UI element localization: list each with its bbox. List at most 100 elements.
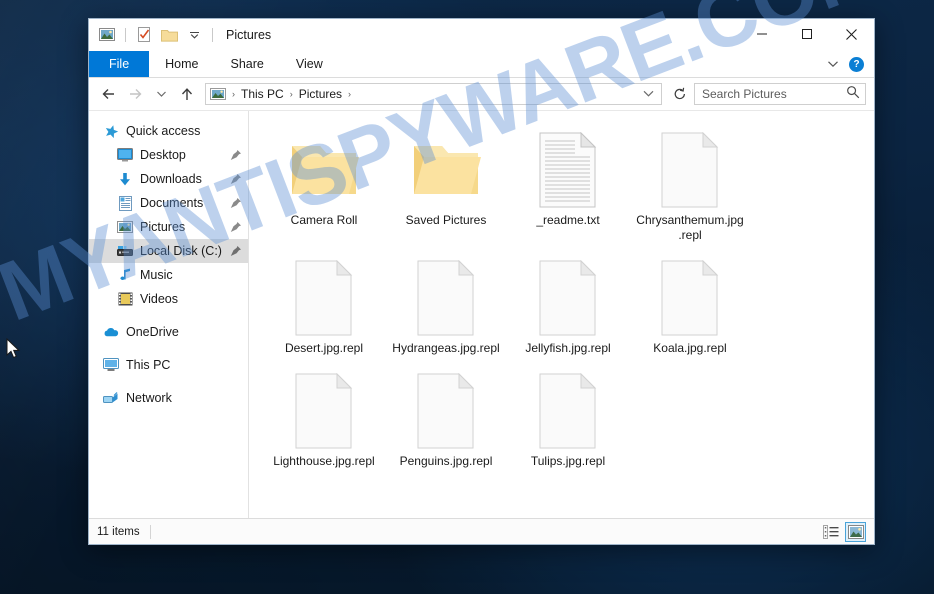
documents-icon [117,195,133,211]
navigation-pane: Quick access Desktop Downloads Documents… [89,111,249,518]
pin-icon[interactable] [230,221,242,233]
file-explorer-window: Pictures File Home Share View ? › This P… [88,18,875,545]
sidebar-item-desktop[interactable]: Desktop [89,143,248,167]
minimize-button[interactable] [739,19,784,49]
large-icons-view-button[interactable] [845,521,866,542]
list-item[interactable]: Chrysanthemum.jpg.repl [629,121,751,243]
window-title: Pictures [226,28,272,42]
item-count-label: 11 items [97,524,151,539]
customize-quick-access-icon[interactable] [184,25,204,45]
close-button[interactable] [829,19,874,49]
sidebar-gap-1 [89,311,248,320]
list-item[interactable]: Desert.jpg.repl [263,249,385,356]
refresh-button[interactable] [668,82,692,106]
sidebar-item-local-disk-c[interactable]: Local Disk (C:) [89,239,248,263]
list-item[interactable]: Koala.jpg.repl [629,249,751,356]
window-controls [739,19,874,51]
unknown-file-icon [538,368,598,454]
sidebar-label-quick-access: Quick access [126,124,201,138]
title-bar: Pictures [89,19,874,51]
sidebar-label-documents: Documents [140,196,204,210]
search-box[interactable] [694,83,866,105]
sidebar-gap-3 [89,377,248,386]
maximize-button[interactable] [784,19,829,49]
properties-icon[interactable] [134,25,154,45]
sidebar-item-videos[interactable]: Videos [89,287,248,311]
list-item[interactable]: Hydrangeas.jpg.repl [385,249,507,356]
breadcrumb-bar[interactable]: › This PC › Pictures › [205,83,662,105]
ribbon-right-controls: ? [827,51,874,77]
address-dropdown-icon[interactable] [642,85,655,103]
list-item-label: Penguins.jpg.repl [399,454,493,468]
recent-locations-button[interactable] [149,82,173,106]
sidebar-label-local-disk-c: Local Disk (C:) [140,244,222,258]
breadcrumb-separator-1[interactable]: › [287,89,296,99]
download-arrow-icon [117,171,133,187]
sidebar-item-quick-access[interactable]: Quick access [89,119,248,143]
forward-button[interactable] [123,82,147,106]
list-item[interactable]: Tulips.jpg.repl [507,362,629,469]
list-item[interactable]: _readme.txt [507,121,629,243]
tab-file[interactable]: File [89,51,150,77]
help-icon[interactable]: ? [849,56,864,72]
up-button[interactable] [175,82,199,106]
unknown-file-icon [416,255,476,341]
sidebar-item-downloads[interactable]: Downloads [89,167,248,191]
tab-home[interactable]: Home [149,51,214,77]
folder-icon [287,127,361,213]
qat-separator-2 [212,28,213,42]
unknown-file-icon [294,368,354,454]
this-pc-icon [103,357,119,373]
sidebar-item-this-pc[interactable]: This PC [89,353,248,377]
sidebar-item-pictures[interactable]: Pictures [89,215,248,239]
unknown-file-icon [660,255,720,341]
sidebar-item-documents[interactable]: Documents [89,191,248,215]
sidebar-label-videos: Videos [140,292,178,306]
list-item-label: Koala.jpg.repl [653,341,727,355]
list-item[interactable]: Jellyfish.jpg.repl [507,249,629,356]
list-item-label: Lighthouse.jpg.repl [273,454,375,468]
sidebar-item-music[interactable]: Music [89,263,248,287]
sidebar-label-this-pc: This PC [126,358,171,372]
pin-icon[interactable] [230,149,242,161]
sidebar-gap-2 [89,344,248,353]
tab-view[interactable]: View [280,51,339,77]
text-file-icon [538,127,598,213]
breadcrumb-this-pc[interactable]: This PC [238,87,287,101]
quick-access-toolbar [97,25,216,45]
music-note-icon [117,267,133,283]
new-folder-icon[interactable] [159,25,179,45]
details-view-button[interactable] [820,522,841,542]
qat-separator [125,28,126,42]
list-item-label: Chrysanthemum.jpg.repl [636,213,744,242]
list-item-label: Hydrangeas.jpg.repl [392,341,500,355]
pictures-icon [210,87,226,101]
sidebar-item-network[interactable]: Network [89,386,248,410]
window-body: Quick access Desktop Downloads Documents… [89,111,874,518]
breadcrumb-pictures[interactable]: Pictures [296,87,345,101]
search-input[interactable] [700,86,846,102]
file-list-view[interactable]: Camera Roll Saved Pictures _readme.txt C… [249,111,874,518]
pin-icon[interactable] [230,173,242,185]
pin-icon[interactable] [230,197,242,209]
status-bar: 11 items [89,518,874,544]
view-mode-buttons [820,521,866,542]
expand-ribbon-icon[interactable] [827,55,839,73]
search-icon[interactable] [846,85,860,104]
network-icon [103,390,119,406]
pictures-library-icon[interactable] [97,25,117,45]
breadcrumb-separator-2[interactable]: › [345,89,354,99]
list-item[interactable]: Penguins.jpg.repl [385,362,507,469]
sidebar-label-pictures: Pictures [140,220,186,234]
desktop-icon [117,147,133,163]
pin-icon[interactable] [230,245,242,257]
list-item-label: Desert.jpg.repl [284,341,364,355]
back-button[interactable] [97,82,121,106]
tab-share[interactable]: Share [215,51,280,77]
cloud-icon [103,324,119,340]
sidebar-item-onedrive[interactable]: OneDrive [89,320,248,344]
list-item[interactable]: Lighthouse.jpg.repl [263,362,385,469]
list-item-label: Tulips.jpg.repl [530,454,606,468]
list-item[interactable]: Saved Pictures [385,121,507,243]
list-item[interactable]: Camera Roll [263,121,385,243]
